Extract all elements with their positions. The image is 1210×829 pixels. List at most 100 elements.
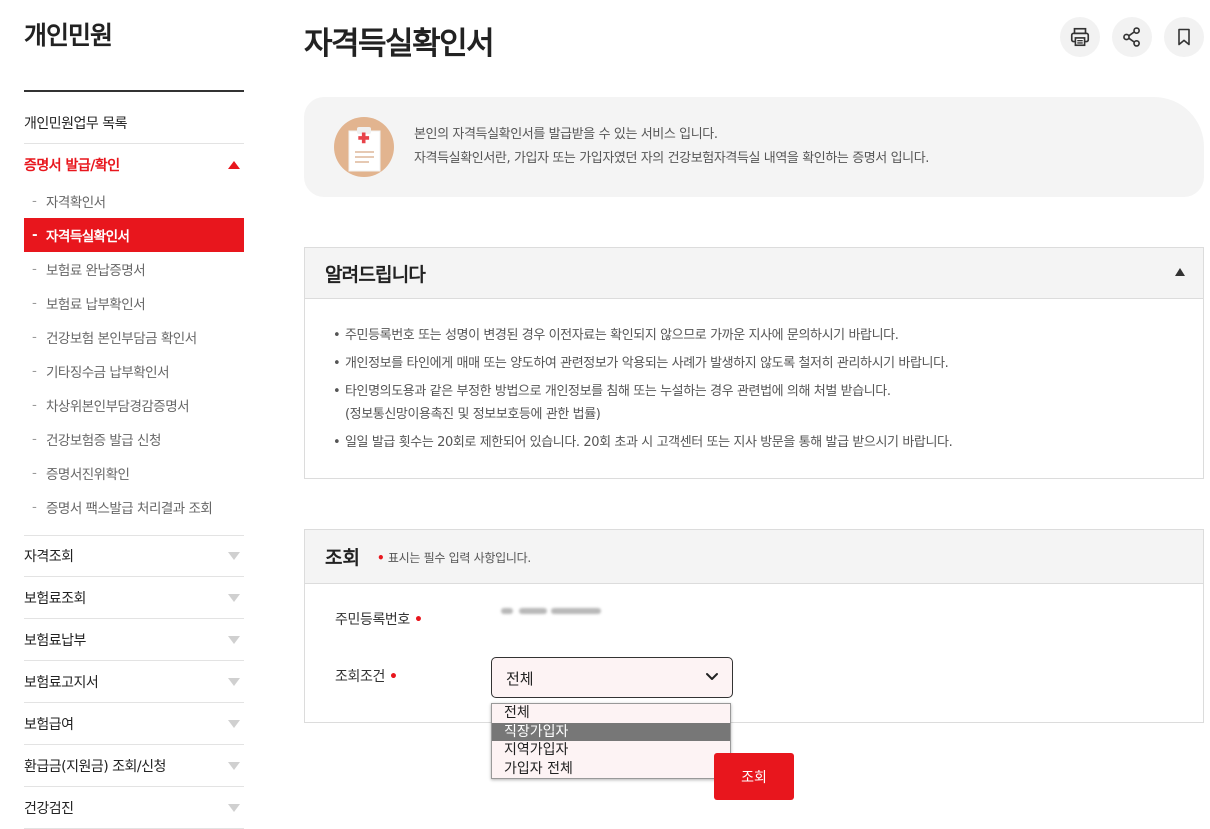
- sidebar-subitem[interactable]: - 증명서 팩스발급 처리결과 조회: [24, 490, 244, 524]
- dash-icon: -: [32, 431, 37, 447]
- sidebar-item-list[interactable]: 개인민원업무 목록: [24, 102, 244, 144]
- sidebar-item-certificates[interactable]: 증명서 발급/확인: [24, 144, 244, 186]
- sidebar-item-qualification[interactable]: 자격조회: [24, 535, 244, 577]
- required-dot-icon: •: [377, 551, 385, 565]
- expand-arrow-icon: [228, 677, 240, 686]
- dropdown-option[interactable]: 전체: [492, 704, 730, 723]
- sidebar-title: 개인민원: [24, 21, 113, 50]
- notice-panel: 알려드립니다 주민등록번호 또는 성명이 변경된 경우 이전자료는 확인되지 않…: [304, 247, 1204, 479]
- query-panel: 조회 • 표시는 필수 입력 사항입니다. 주민등록번호 • 조회조건 • 전체: [304, 529, 1204, 723]
- share-icon: [1123, 27, 1140, 47]
- sidebar-item-premium-notice[interactable]: 보험료고지서: [24, 661, 244, 703]
- expand-arrow-icon: [228, 719, 240, 728]
- rrn-label: 주민등록번호 •: [335, 609, 423, 629]
- service-description-line: 본인의 자격득실확인서를 발급받을 수 있는 서비스 입니다.: [414, 127, 718, 142]
- sidebar-item-premium-payment[interactable]: 보험료납부: [24, 619, 244, 661]
- sidebar-subitem-label: 보험료 납부확인서: [46, 297, 146, 313]
- sidebar-subitem[interactable]: - 차상위본인부담경감증명서: [24, 388, 244, 422]
- notice-list: 주민등록번호 또는 성명이 변경된 경우 이전자료는 확인되지 않으므로 가까운…: [333, 324, 953, 459]
- service-info-box: 본인의 자격득실확인서를 발급받을 수 있는 서비스 입니다. 자격득실확인서란…: [304, 97, 1204, 197]
- collapse-arrow-icon: [228, 161, 240, 169]
- sidebar-item-label: 자격조회: [24, 549, 74, 565]
- sidebar-item-label: 환급금(지원금) 조회/신청: [24, 758, 166, 775]
- condition-select-value: 전체: [506, 670, 534, 688]
- print-button[interactable]: [1060, 17, 1100, 57]
- notice-item-text: 주민등록번호 또는 성명이 변경된 경우 이전자료는 확인되지 않으므로 가까운…: [345, 328, 899, 343]
- dash-icon: -: [32, 465, 37, 481]
- sidebar-item-checkup[interactable]: 건강검진: [24, 787, 244, 829]
- condition-label-text: 조회조건: [335, 669, 385, 685]
- collapse-triangle-icon[interactable]: [1175, 268, 1185, 276]
- query-header: 조회 • 표시는 필수 입력 사항입니다.: [305, 530, 1203, 584]
- expand-arrow-icon: [228, 552, 240, 560]
- notice-item-text: 일일 발급 횟수는 20회로 제한되어 있습니다. 20회 초과 시 고객센터 …: [345, 435, 953, 450]
- rrn-value-masked: [501, 606, 605, 618]
- dash-icon: -: [32, 329, 37, 345]
- sidebar-subitem[interactable]: - 건강보험증 발급 신청: [24, 422, 244, 456]
- sidebar-subitem-label: 증명서진위확인: [46, 467, 130, 483]
- dash-icon: -: [32, 295, 37, 311]
- expand-arrow-icon: [228, 635, 240, 644]
- sidebar-item-label: 증명서 발급/확인: [24, 158, 120, 174]
- sidebar-subitem-label: 건강보험증 발급 신청: [46, 433, 161, 449]
- sidebar-item-label: 개인민원업무 목록: [24, 115, 128, 132]
- sidebar-subitem-active[interactable]: - 자격득실확인서: [24, 218, 244, 252]
- condition-select[interactable]: 전체: [491, 657, 733, 698]
- sidebar-subitem-label: 기타징수금 납부확인서: [46, 365, 170, 381]
- dropdown-option-highlighted[interactable]: 직장가입자: [492, 722, 730, 741]
- notice-title: 알려드립니다: [325, 264, 426, 286]
- sidebar-item-premium-inquiry[interactable]: 보험료조회: [24, 577, 244, 619]
- dash-icon: -: [32, 499, 37, 515]
- sidebar-subitem[interactable]: - 건강보험 본인부담금 확인서: [24, 320, 244, 354]
- sidebar-item-benefits[interactable]: 보험급여: [24, 703, 244, 745]
- sidebar-subitem-label: 자격득실확인서: [46, 229, 130, 245]
- sidebar-item-label: 보험료고지서: [24, 674, 99, 691]
- sidebar-subitem[interactable]: - 기타징수금 납부확인서: [24, 354, 244, 388]
- dash-icon: -: [32, 193, 37, 209]
- rrn-label-text: 주민등록번호: [335, 612, 410, 628]
- sidebar-item-label: 보험료조회: [24, 590, 86, 607]
- expand-arrow-icon: [228, 761, 240, 770]
- sidebar-item-refund[interactable]: 환급금(지원금) 조회/신청: [24, 745, 244, 787]
- sidebar-subitem[interactable]: - 자격확인서: [24, 184, 244, 218]
- sidebar-subitem-label: 차상위본인부담경감증명서: [46, 399, 190, 415]
- service-description-line: 자격득실확인서란, 가입자 또는 가입자였던 자의 건강보험자격득실 내역을 확…: [414, 151, 930, 166]
- condition-label: 조회조건 •: [335, 666, 398, 686]
- sidebar-item-label: 보험료납부: [24, 632, 86, 649]
- dash-icon: -: [32, 363, 37, 379]
- required-dot-icon: •: [388, 669, 398, 685]
- sidebar-item-label: 보험급여: [24, 716, 74, 733]
- required-note-text: 표시는 필수 입력 사항입니다.: [387, 551, 531, 565]
- notice-item: 타인명의도용과 같은 부정한 방법으로 개인정보를 침해 또는 누설하는 경우 …: [333, 380, 952, 426]
- bookmark-button[interactable]: [1164, 17, 1204, 57]
- page-title: 자격득실확인서: [304, 26, 495, 62]
- notice-item: 일일 발급 횟수는 20회로 제한되어 있습니다. 20회 초과 시 고객센터 …: [333, 431, 953, 454]
- expand-arrow-icon: [228, 803, 240, 812]
- share-button[interactable]: [1112, 17, 1152, 57]
- condition-dropdown-list: 전체 직장가입자 지역가입자 가입자 전체: [491, 703, 731, 779]
- expand-arrow-icon: [228, 593, 240, 602]
- sidebar-divider: [24, 90, 244, 92]
- notice-item-text: 타인명의도용과 같은 부정한 방법으로 개인정보를 침해 또는 누설하는 경우 …: [345, 384, 891, 399]
- notice-item: 개인정보를 타인에게 매매 또는 양도하여 관련정보가 악용되는 사례가 발생하…: [333, 352, 952, 375]
- sidebar-subitem[interactable]: - 보험료 완납증명서: [24, 252, 244, 286]
- dash-icon: -: [32, 261, 37, 277]
- notice-item: 주민등록번호 또는 성명이 변경된 경우 이전자료는 확인되지 않으므로 가까운…: [333, 324, 952, 347]
- notice-item-subtext: (정보통신망이용촉진 및 정보보호등에 관한 법률): [345, 407, 601, 422]
- notice-header[interactable]: 알려드립니다: [305, 248, 1203, 299]
- required-dot-icon: •: [413, 612, 423, 628]
- sidebar-subitem[interactable]: - 증명서진위확인: [24, 456, 244, 490]
- sidebar-subitem-label: 건강보험 본인부담금 확인서: [46, 331, 197, 347]
- dash-icon: -: [32, 227, 38, 243]
- required-note: • 표시는 필수 입력 사항입니다.: [377, 549, 531, 566]
- submit-query-button[interactable]: 조회: [714, 753, 794, 800]
- sidebar-subitem-label: 보험료 완납증명서: [46, 263, 146, 279]
- chevron-down-icon: [706, 673, 718, 680]
- sidebar-subitem[interactable]: - 보험료 납부확인서: [24, 286, 244, 320]
- sidebar-subitem-label: 증명서 팩스발급 처리결과 조회: [46, 501, 213, 517]
- dropdown-option[interactable]: 가입자 전체: [492, 760, 730, 779]
- sidebar-item-label: 건강검진: [24, 800, 74, 817]
- notice-item-text: 개인정보를 타인에게 매매 또는 양도하여 관련정보가 악용되는 사례가 발생하…: [345, 356, 949, 371]
- dash-icon: -: [32, 397, 37, 413]
- dropdown-option[interactable]: 지역가입자: [492, 741, 730, 760]
